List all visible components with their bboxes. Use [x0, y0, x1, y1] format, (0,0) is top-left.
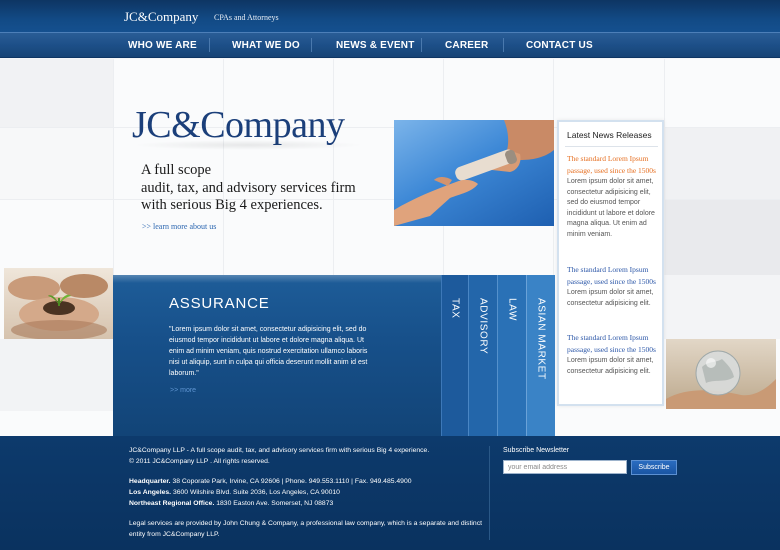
office-address: 3600 Wilshire Blvd. Suite 2036, Los Ange…: [171, 489, 340, 496]
tab-tax[interactable]: TAX: [441, 275, 468, 436]
footer-description: JC&Company LLP - A full scope audit, tax…: [129, 447, 430, 454]
tab-label: LAW: [506, 298, 518, 322]
news-summary: Lorem ipsum dolor sit amet, consectetur …: [567, 357, 654, 375]
nav-contact-us[interactable]: CONTACT US: [526, 40, 593, 51]
footer-office-northeast: Northeast Regional Office. 1830 Easton A…: [129, 500, 333, 507]
office-label: Northeast Regional Office.: [129, 500, 215, 507]
backdrop-tile: [0, 59, 113, 127]
subscribe-button[interactable]: Subscribe: [631, 460, 677, 475]
footer-office-headquarter: Headquarter. 38 Coporate Park, Irvine, C…: [129, 478, 412, 485]
backdrop-tile: [0, 339, 113, 411]
footer-legal-note: Legal services are provided by John Chun…: [129, 520, 482, 527]
nav-news-event[interactable]: NEWS & EVENT: [336, 40, 415, 51]
footer-office-los-angeles: Los Angeles. 3600 Wilshire Blvd. Suite 2…: [129, 489, 340, 496]
news-panel: Latest News Releases The standard Lorem …: [557, 120, 664, 406]
newsletter-label: Subscribe Newsletter: [503, 447, 570, 454]
newsletter-email-input[interactable]: [503, 460, 627, 474]
tab-law[interactable]: LAW: [497, 275, 526, 436]
hero-headline-line: audit, tax, and advisory services firm: [141, 179, 356, 196]
news-panel-title: Latest News Releases: [567, 130, 652, 140]
footer-copyright: © 2011 JC&Company LLP . All rights reser…: [129, 458, 270, 465]
news-summary: Lorem ipsum dolor sit amet, consectetur …: [567, 178, 655, 238]
nav-divider: [421, 38, 422, 52]
tab-asian-market[interactable]: ASIAN MARKET: [526, 275, 555, 436]
nav-what-we-do[interactable]: WHAT WE DO: [232, 40, 300, 51]
grid-line: [113, 59, 114, 275]
grid-line: [664, 59, 665, 275]
backdrop-tile: [664, 199, 780, 275]
office-label: Headquarter.: [129, 478, 171, 485]
office-address: 38 Coporate Park, Irvine, CA 92606 | Pho…: [170, 478, 412, 485]
backdrop-tile: [664, 275, 780, 339]
top-header: JC&Company CPAs and Attorneys: [0, 0, 780, 32]
news-summary: Lorem ipsum dolor sit amet, consectetur …: [567, 289, 654, 307]
tab-label: ADVISORY: [477, 298, 489, 355]
backdrop-tile: [0, 127, 113, 199]
news-headline-link[interactable]: The standard Lorem Ipsum passage, used s…: [567, 332, 661, 355]
news-item: The standard Lorem Ipsum passage, used s…: [567, 332, 661, 377]
footer-divider: [489, 446, 490, 540]
backdrop-tile: [664, 127, 780, 199]
baton-handoff-photo: [394, 120, 554, 226]
nav-career[interactable]: CAREER: [445, 40, 488, 51]
seedling-hands-photo: [4, 268, 113, 339]
tab-label: ASIAN MARKET: [535, 298, 547, 380]
office-label: Los Angeles.: [129, 489, 172, 496]
nav-who-we-are[interactable]: WHO WE ARE: [128, 40, 197, 51]
footer-legal-note: entity from JC&Company LLP.: [129, 531, 220, 538]
tab-advisory[interactable]: ADVISORY: [468, 275, 497, 436]
news-item: The standard Lorem Ipsum passage, used s…: [567, 264, 661, 309]
glass-globe-photo: [666, 339, 776, 409]
news-item: The standard Lorem Ipsum passage, used s…: [567, 153, 661, 240]
news-divider: [565, 146, 658, 147]
tab-label: TAX: [449, 298, 461, 319]
news-headline-link[interactable]: The standard Lorem Ipsum passage, used s…: [567, 264, 661, 287]
header-logo[interactable]: JC&Company: [124, 9, 198, 25]
logo-reflection: [132, 140, 364, 150]
hero-headline-line: A full scope: [141, 162, 212, 178]
learn-more-link[interactable]: >> learn more about us: [142, 222, 216, 231]
office-address: 1830 Easton Ave. Somerset, NJ 08873: [214, 500, 334, 507]
service-description: "Lorem ipsum dolor sit amet, consectetur…: [169, 326, 368, 377]
nav-divider: [311, 38, 312, 52]
hero-headline: A full scope audit, tax, and advisory se…: [141, 162, 391, 215]
header-tagline: CPAs and Attorneys: [214, 13, 279, 22]
hero-headline-line: with serious Big 4 experiences.: [141, 197, 323, 213]
service-more-link[interactable]: >> more: [170, 387, 196, 394]
nav-divider: [503, 38, 504, 52]
service-title: ASSURANCE: [169, 295, 270, 312]
main-navigation: WHO WE ARE WHAT WE DO NEWS & EVENT CAREE…: [0, 32, 780, 58]
news-headline-link[interactable]: The standard Lorem Ipsum passage, used s…: [567, 153, 661, 176]
nav-divider: [209, 38, 210, 52]
